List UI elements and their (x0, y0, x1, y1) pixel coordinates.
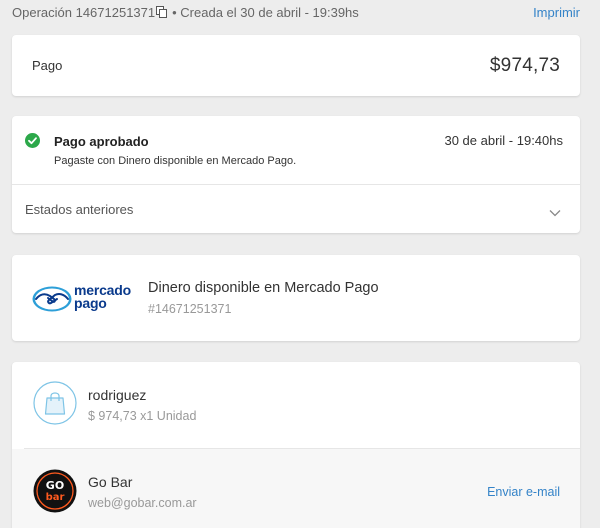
item-price-quantity: $ 974,73 x1 Unidad (88, 409, 197, 423)
created-date: • Creada el 30 de abril - 19:39hs (172, 4, 359, 20)
payment-method-title: Dinero disponible en Mercado Pago (148, 280, 379, 296)
gobar-logo-go: GO (46, 479, 64, 492)
payment-amount-card: Pago $974,73 (12, 35, 580, 96)
payment-method-card: mercado pago Dinero disponible en Mercad… (12, 255, 580, 341)
previous-states-toggle[interactable]: Estados anteriores (12, 185, 580, 233)
status-description: Pagaste con Dinero disponible en Mercado… (54, 155, 297, 167)
store-email: web@gobar.com.ar (88, 496, 197, 510)
mercado-pago-logo: mercado pago (32, 283, 134, 312)
payment-label: Pago (32, 58, 63, 73)
gobar-logo: GO bar (33, 469, 77, 513)
store-name: Go Bar (88, 474, 133, 490)
check-circle-icon (25, 133, 40, 148)
chevron-down-icon[interactable] (549, 204, 561, 217)
copy-icon[interactable] (156, 6, 168, 18)
operation-number: Operación 14671251371 (12, 4, 156, 20)
status-summary: Pago aprobado 30 de abril - 19:40hs Paga… (12, 116, 580, 185)
payment-method-id: #14671251371 (148, 302, 232, 316)
shopping-bag-icon (33, 381, 77, 425)
status-title: Pago aprobado (54, 134, 149, 149)
logo-text-pago: pago (74, 295, 107, 311)
payment-status-card: Pago aprobado 30 de abril - 19:40hs Paga… (12, 116, 580, 233)
purchase-item: rodriguez $ 974,73 x1 Unidad (12, 362, 580, 448)
status-date: 30 de abril - 19:40hs (444, 133, 563, 148)
handshake-icon (32, 286, 72, 317)
payment-amount: $974,73 (489, 54, 560, 76)
header-bar: Operación 14671251371 • Creada el 30 de … (12, 0, 580, 24)
operation-info: Operación 14671251371 • Creada el 30 de … (12, 5, 359, 20)
gobar-logo-bar: bar (46, 492, 65, 503)
store-row: GO bar Go Bar web@gobar.com.ar Enviar e-… (12, 449, 580, 528)
seller-name: rodriguez (88, 387, 147, 403)
purchase-details-card: rodriguez $ 974,73 x1 Unidad GO bar Go B… (12, 362, 580, 528)
previous-states-label: Estados anteriores (25, 202, 134, 217)
send-email-link[interactable]: Enviar e-mail (487, 485, 560, 499)
print-link[interactable]: Imprimir (533, 5, 580, 20)
